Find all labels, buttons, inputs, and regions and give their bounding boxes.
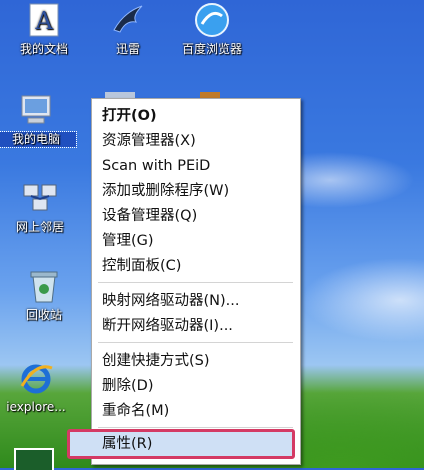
baidu-browser-label: 百度浏览器 bbox=[181, 42, 242, 56]
partial-desktop-icon[interactable] bbox=[14, 448, 54, 470]
context-menu: 打开(O) 资源管理器(X) Scan with PEiD 添加或删除程序(W)… bbox=[67, 98, 301, 465]
bird-icon bbox=[110, 2, 146, 38]
menu-item-control-panel[interactable]: 控制面板(C) bbox=[102, 255, 181, 277]
menu-item-create-shortcut[interactable]: 创建快捷方式(S) bbox=[102, 350, 210, 372]
menu-item-manage[interactable]: 管理(G) bbox=[102, 230, 154, 252]
thunder-label: 迅雷 bbox=[115, 42, 140, 56]
menu-item-scan-peid[interactable]: Scan with PEiD bbox=[102, 155, 210, 177]
document-a-icon: A bbox=[26, 2, 62, 38]
menu-item-delete[interactable]: 删除(D) bbox=[102, 375, 153, 397]
my-documents-label: 我的文档 bbox=[19, 42, 68, 56]
svg-text:A: A bbox=[34, 7, 53, 35]
my-computer-icon[interactable]: 我的电脑 bbox=[0, 92, 77, 148]
menu-item-disconnect-drive[interactable]: 断开网络驱动器(I)... bbox=[102, 315, 233, 337]
network-icon[interactable]: 网上邻居 bbox=[0, 180, 80, 235]
internet-explorer-icon bbox=[18, 360, 54, 396]
baidu-browser-icon[interactable]: 百度浏览器 bbox=[172, 2, 252, 57]
menu-separator bbox=[98, 427, 293, 428]
menu-item-device-manager[interactable]: 设备管理器(Q) bbox=[102, 205, 197, 227]
network-computers-icon bbox=[22, 180, 58, 216]
menu-item-add-remove[interactable]: 添加或删除程序(W) bbox=[102, 180, 229, 202]
trash-bin-icon bbox=[26, 268, 62, 304]
network-label: 网上邻居 bbox=[15, 220, 64, 234]
recycle-bin-icon[interactable]: 回收站 bbox=[4, 268, 84, 323]
menu-item-map-drive[interactable]: 映射网络驱动器(N)... bbox=[102, 290, 240, 312]
menu-item-properties[interactable]: 属性(R) bbox=[102, 433, 152, 455]
menu-item-open[interactable]: 打开(O) bbox=[102, 105, 157, 127]
thunder-icon[interactable]: 迅雷 bbox=[88, 2, 168, 57]
my-computer-label: 我的电脑 bbox=[0, 131, 77, 148]
menu-item-explorer[interactable]: 资源管理器(X) bbox=[102, 130, 196, 152]
iexplore-icon[interactable]: iexplore... bbox=[0, 360, 76, 415]
menu-separator bbox=[98, 282, 293, 283]
menu-separator bbox=[98, 342, 293, 343]
recycle-bin-label: 回收站 bbox=[25, 308, 62, 322]
my-documents-icon[interactable]: A 我的文档 bbox=[4, 2, 84, 57]
menu-item-rename[interactable]: 重命名(M) bbox=[102, 400, 169, 422]
browser-globe-icon bbox=[194, 2, 230, 38]
computer-icon bbox=[18, 92, 54, 128]
iexplore-label: iexplore... bbox=[6, 400, 66, 414]
